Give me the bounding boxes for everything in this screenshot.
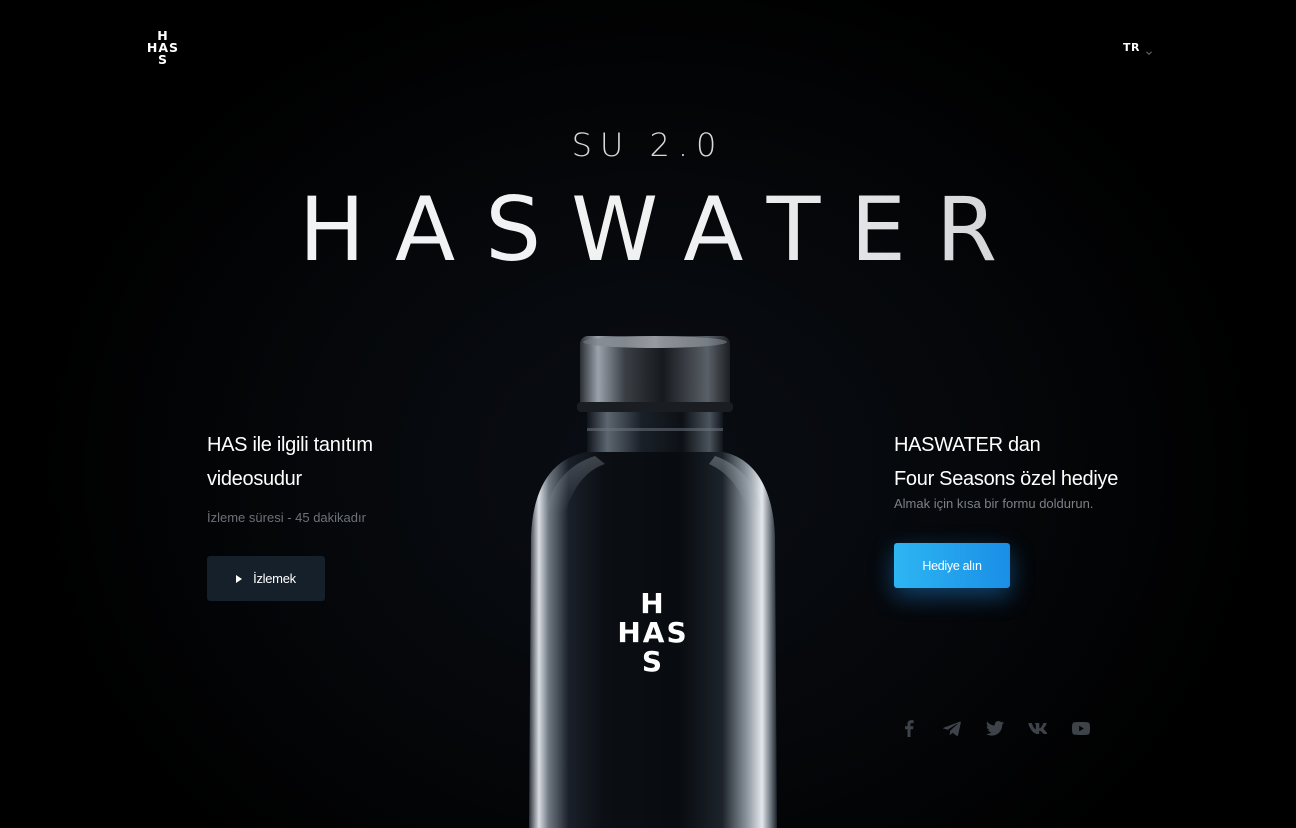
gift-heading: HASWATER dan Four Seasons özel hediye bbox=[894, 428, 1154, 496]
bottle-logo-line-3: S bbox=[641, 645, 665, 678]
telegram-icon[interactable] bbox=[940, 718, 963, 738]
watch-video-label: İzlemek bbox=[253, 571, 296, 586]
video-duration-text: İzleme süresi - 45 dakikadır bbox=[207, 510, 366, 525]
youtube-icon[interactable] bbox=[1069, 718, 1092, 738]
hero-subtitle: SU 2.0 bbox=[571, 126, 725, 164]
gift-heading-line-1: HASWATER dan bbox=[894, 434, 1041, 456]
brand-logo[interactable]: H HAS S bbox=[139, 29, 187, 67]
twitter-icon[interactable] bbox=[983, 718, 1006, 738]
social-links bbox=[897, 718, 1092, 738]
language-code: TR bbox=[1123, 41, 1140, 54]
video-heading-line-1: HAS ile ilgili tanıtım bbox=[207, 434, 373, 456]
video-section: HAS ile ilgili tanıtım videosudur İzleme… bbox=[207, 428, 437, 601]
get-gift-button[interactable]: Hediye alın bbox=[894, 543, 1010, 588]
chevron-down-icon bbox=[1145, 44, 1153, 55]
facebook-icon[interactable] bbox=[897, 718, 920, 738]
product-bottle-image: H HAS S bbox=[525, 336, 781, 828]
logo-line-3: S bbox=[157, 52, 168, 67]
video-heading-line-2: videosudur bbox=[207, 468, 302, 490]
language-selector[interactable]: TR bbox=[1123, 41, 1153, 55]
get-gift-label: Hediye alın bbox=[922, 558, 982, 573]
bottle-logo-line-2: HAS bbox=[617, 616, 689, 649]
play-icon bbox=[236, 574, 243, 583]
hero-title: HASWATER bbox=[0, 180, 1296, 280]
gift-heading-line-2: Four Seasons özel hediye bbox=[894, 468, 1119, 490]
vk-icon[interactable] bbox=[1026, 718, 1049, 738]
bottle-logo-line-1: H bbox=[640, 587, 666, 620]
video-heading: HAS ile ilgili tanıtım videosudur bbox=[207, 428, 437, 496]
gift-description: Almak için kısa bir formu doldurun. bbox=[894, 496, 1094, 511]
watch-video-button[interactable]: İzlemek bbox=[207, 556, 325, 601]
bottle-logo: H HAS S bbox=[525, 589, 781, 676]
gift-section: HASWATER dan Four Seasons özel hediye Al… bbox=[894, 428, 1154, 588]
